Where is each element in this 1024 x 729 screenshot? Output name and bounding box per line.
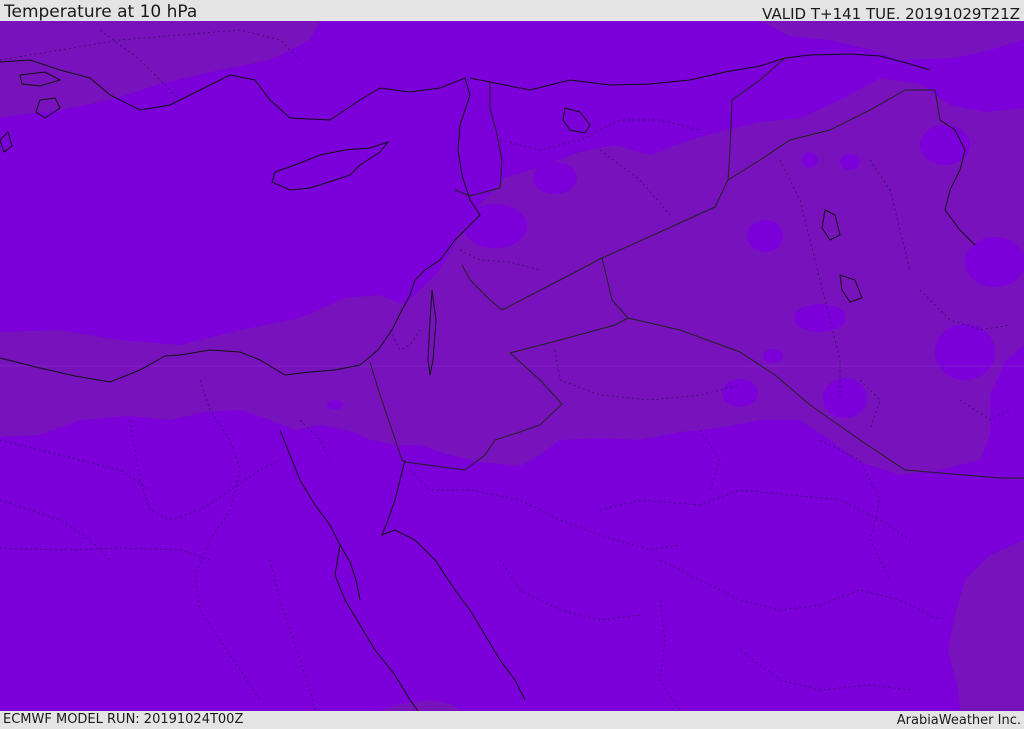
cool-pocket bbox=[935, 324, 995, 380]
cool-pocket bbox=[327, 400, 343, 410]
footer-bar: ECMWF MODEL RUN: 20191024T00Z ArabiaWeat… bbox=[0, 711, 1024, 729]
credit-label: ArabiaWeather Inc. bbox=[896, 713, 1021, 728]
cool-pocket bbox=[794, 304, 846, 332]
cool-pocket bbox=[533, 162, 577, 194]
cool-pocket bbox=[802, 152, 818, 168]
cool-pocket bbox=[747, 220, 783, 252]
temperature-map bbox=[0, 21, 1024, 711]
cool-pocket bbox=[763, 349, 783, 363]
header-bar: Temperature at 10 hPa VALID T+141 TUE. 2… bbox=[0, 0, 1024, 23]
cool-pocket bbox=[722, 379, 758, 407]
cool-pocket bbox=[823, 378, 867, 418]
map-figure: Temperature at 10 hPa VALID T+141 TUE. 2… bbox=[0, 0, 1024, 729]
model-run-label: ECMWF MODEL RUN: 20191024T00Z bbox=[3, 712, 244, 727]
cool-pocket bbox=[840, 154, 860, 170]
cool-pocket bbox=[463, 204, 527, 248]
map-title: Temperature at 10 hPa bbox=[4, 2, 198, 22]
